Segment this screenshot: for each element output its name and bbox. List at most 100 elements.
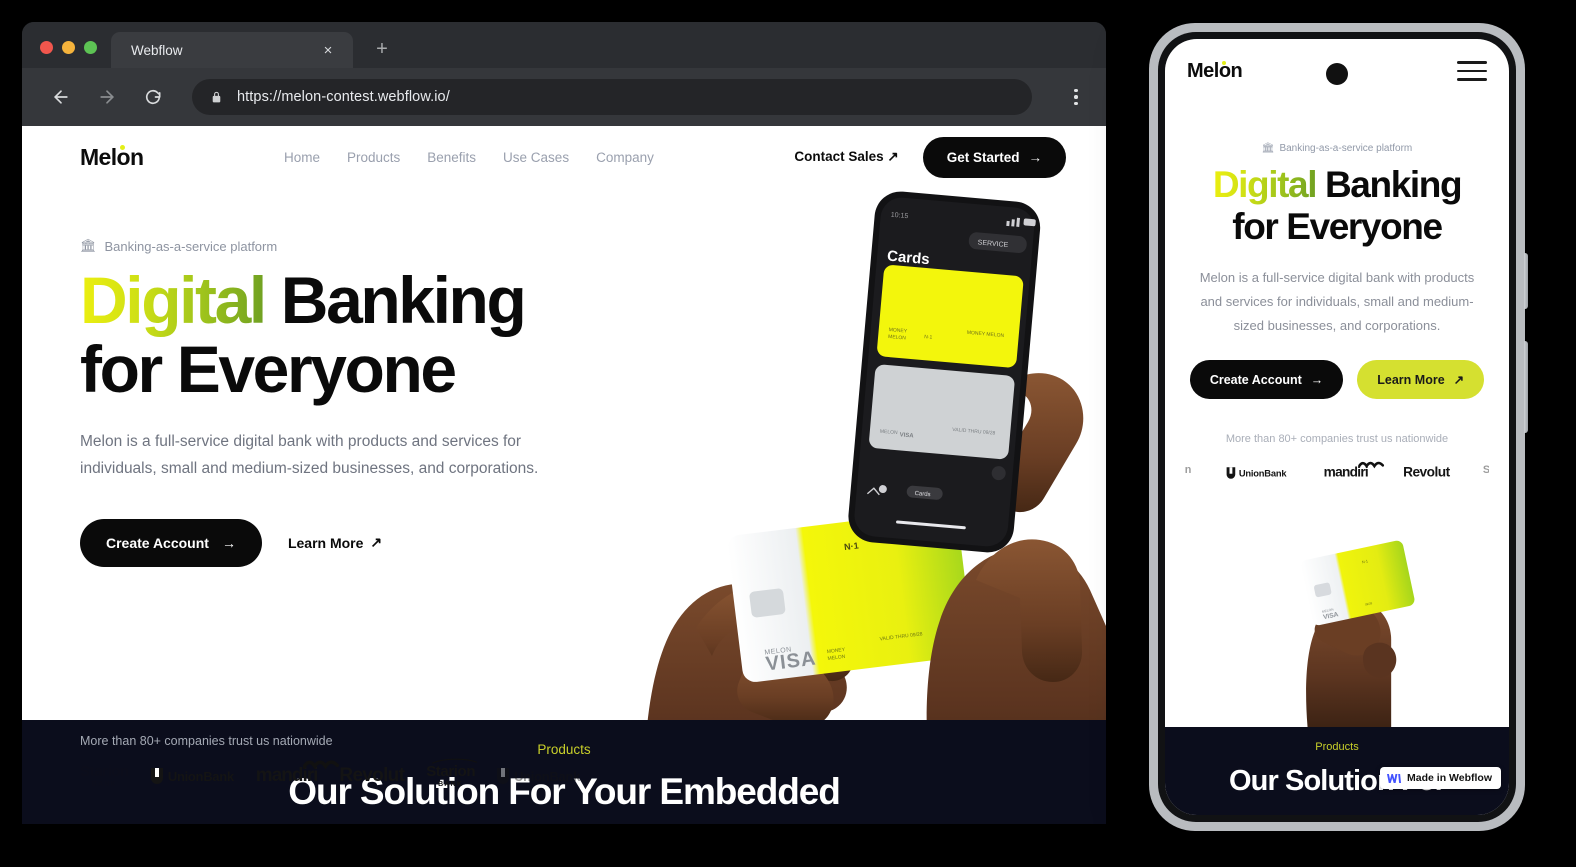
svg-text:Cards: Cards xyxy=(914,491,930,498)
unionbank-bold: Union xyxy=(1239,468,1265,479)
unionbank-bold: Union xyxy=(167,768,204,784)
client-logo-revolut: Revolut xyxy=(339,765,404,787)
hamburger-menu-icon[interactable] xyxy=(1457,61,1487,81)
starion-sub: BANK xyxy=(1185,477,1192,482)
address-bar[interactable]: https://melon-contest.webflow.io/ xyxy=(192,79,1032,115)
mobile-title-accent: Digital xyxy=(1212,164,1318,205)
trust-label: More than 80+ companies trust us nationw… xyxy=(80,734,333,748)
client-logo-starion: Starion BANK xyxy=(426,758,478,788)
mandiri-wave-icon xyxy=(1358,462,1385,469)
mobile-learn-more-button[interactable]: Learn More ↗ xyxy=(1357,360,1485,400)
phone-screen: Melon 🏛 Banking-as-a-service platform Di… xyxy=(1165,39,1509,815)
mobile-site-logo[interactable]: Melon xyxy=(1187,60,1243,83)
contact-sales-link[interactable]: Contact Sales ↗ xyxy=(794,149,898,165)
nav-item-company[interactable]: Company xyxy=(596,150,654,165)
mobile-trust-label: More than 80+ companies trust us nationw… xyxy=(1225,433,1449,446)
hero-content: 🏛 Banking-as-a-service platform Digital … xyxy=(22,188,642,824)
svg-text:MELON: MELON xyxy=(764,646,792,656)
site-logo[interactable]: Melon xyxy=(80,144,144,171)
kebab-menu-icon[interactable] xyxy=(1062,88,1090,106)
site-navbar: Melon Home Products Benefits Use Cases C… xyxy=(22,126,1106,188)
page-title: Digital Banking for Everyone xyxy=(80,266,642,403)
nav-item-home[interactable]: Home xyxy=(284,150,320,165)
new-tab-button[interactable]: + xyxy=(365,32,399,66)
revolut-wordmark: Revolut xyxy=(339,765,405,786)
unionbank-mark-icon xyxy=(497,768,510,784)
close-icon[interactable]: × xyxy=(317,39,339,61)
made-in-webflow-badge[interactable]: Made in Webflow xyxy=(1380,767,1501,789)
phone-power-button[interactable] xyxy=(1524,341,1528,433)
unionbank-wordmark: UnionBank xyxy=(1239,468,1287,479)
hero-description: Melon is a full-service digital bank wit… xyxy=(80,433,539,477)
svg-text:N·1: N·1 xyxy=(924,334,933,341)
mandiri-wordmark: mandiri xyxy=(256,760,340,787)
page-viewport: Melon Home Products Benefits Use Cases C… xyxy=(22,126,1106,824)
browser-tabstrip: Webflow × + xyxy=(22,22,1106,68)
svg-text:MONEY: MONEY xyxy=(888,327,907,335)
mobile-client-logo-starion-2: Starion BANK xyxy=(1483,465,1489,482)
starion-text: Starion xyxy=(80,763,129,780)
bank-building-icon: 🏛 xyxy=(1261,143,1275,154)
nav-item-products[interactable]: Products xyxy=(347,150,400,165)
made-in-webflow-label: Made in Webflow xyxy=(1407,772,1492,784)
revolut-wordmark: Revolut xyxy=(1402,465,1450,481)
svg-text:MELON: MELON xyxy=(1322,607,1335,613)
arrow-up-right-icon: ↗ xyxy=(1453,373,1465,388)
starion-wordmark: Starion BANK xyxy=(80,764,129,788)
arrow-right-icon: → xyxy=(1310,372,1324,387)
svg-text:VISA: VISA xyxy=(765,648,818,676)
get-started-button[interactable]: Get Started → xyxy=(922,136,1066,178)
forward-arrow-icon[interactable] xyxy=(94,84,120,110)
close-window-button[interactable] xyxy=(40,41,53,54)
nav-item-benefits[interactable]: Benefits xyxy=(427,150,476,165)
client-logo-row: Starion BANK UnionBank mandiri Revolut S… xyxy=(80,758,580,788)
client-logo-unionbank: UnionBank xyxy=(150,768,234,784)
svg-text:MONEY MELON: MONEY MELON xyxy=(967,330,1005,339)
svg-text:MELON: MELON xyxy=(888,334,907,342)
svg-text:✳: ✳ xyxy=(921,517,929,527)
starion-text: Starion xyxy=(1482,464,1489,477)
mandiri-wordmark: mandiri xyxy=(1324,462,1385,482)
window-controls[interactable] xyxy=(22,41,111,68)
learn-more-label: Learn More xyxy=(287,534,364,551)
logo-accent-dot-icon xyxy=(1222,60,1226,65)
hero-title-line2: for Everyone xyxy=(80,331,457,406)
arrow-right-icon: → xyxy=(1028,149,1043,165)
back-arrow-icon[interactable] xyxy=(48,84,74,110)
mobile-device-mockup: Melon 🏛 Banking-as-a-service platform Di… xyxy=(1149,23,1528,831)
browser-toolbar: https://melon-contest.webflow.io/ xyxy=(22,68,1106,126)
site-nav-links: Home Products Benefits Use Cases Company xyxy=(284,150,654,165)
minimize-window-button[interactable] xyxy=(62,41,75,54)
hero-eyebrow-text: Banking-as-a-service platform xyxy=(104,238,278,254)
nav-actions: Contact Sales ↗ Get Started → xyxy=(794,136,1066,178)
svg-text:N·1: N·1 xyxy=(1362,559,1369,564)
starion-text: Starion xyxy=(1185,464,1192,477)
maximize-window-button[interactable] xyxy=(84,41,97,54)
create-account-button[interactable]: Create Account → xyxy=(80,518,262,567)
svg-text:09/28: 09/28 xyxy=(1365,601,1373,606)
mobile-title-line2: for Everyone xyxy=(1232,206,1443,248)
mobile-create-account-label: Create Account xyxy=(1209,372,1302,387)
starion-sub: BANK xyxy=(1483,477,1489,482)
unionbank-light: Bank xyxy=(1264,468,1287,479)
svg-text:VISA: VISA xyxy=(899,432,914,439)
bank-building-icon: 🏛 xyxy=(80,238,97,253)
unionbank-bold: Union xyxy=(514,768,550,784)
mobile-create-account-button[interactable]: Create Account → xyxy=(1189,360,1344,400)
starion-sub: BANK xyxy=(438,781,464,788)
svg-text:Cards: Cards xyxy=(886,248,930,269)
starion-wordmark: Starion BANK xyxy=(426,758,478,788)
hero-title-rest: Banking xyxy=(264,263,527,337)
svg-text:N·1: N·1 xyxy=(844,540,860,552)
browser-tab[interactable]: Webflow × xyxy=(111,32,353,68)
learn-more-button[interactable]: Learn More ↗ xyxy=(288,534,382,551)
reload-icon[interactable] xyxy=(140,84,166,110)
logo-accent-dot-icon xyxy=(120,144,125,150)
browser-tab-title: Webflow xyxy=(131,42,183,58)
nav-item-use-cases[interactable]: Use Cases xyxy=(503,150,569,165)
mobile-products-eyebrow: Products xyxy=(1315,741,1359,753)
phone-volume-button[interactable] xyxy=(1524,253,1528,309)
mandiri-wave-icon xyxy=(303,760,340,770)
client-logo-starion-faded: Starion BANK xyxy=(80,764,129,788)
mobile-hero-illustration: MELON VISA N·1 09/28 xyxy=(1165,517,1509,727)
